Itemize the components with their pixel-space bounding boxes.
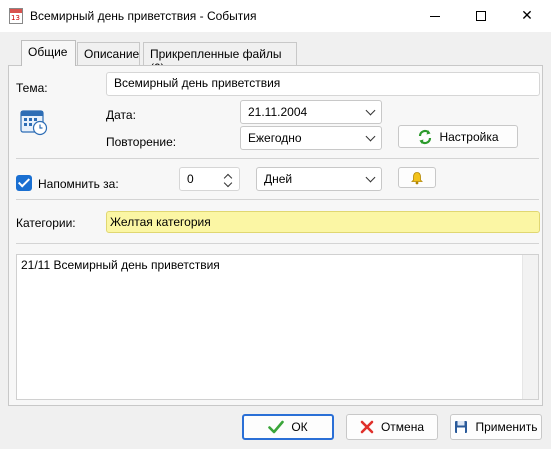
chevron-down-icon — [365, 131, 376, 142]
remind-checkbox[interactable] — [16, 175, 32, 191]
window-title: Всемирный день приветствия - События — [30, 9, 257, 23]
repeat-select[interactable]: Ежегодно — [240, 126, 382, 150]
remind-unit-value: Дней — [264, 172, 293, 186]
memo-text: 21/11 Всемирный день приветствия — [21, 258, 220, 272]
maximize-button[interactable] — [458, 0, 504, 32]
separator — [16, 243, 539, 244]
date-value: 21.11.2004 — [248, 105, 308, 119]
close-icon: ✕ — [521, 8, 533, 24]
chevron-down-icon — [365, 172, 376, 183]
remind-unit-select[interactable]: Дней — [256, 167, 382, 191]
memo-scrollbar[interactable] — [522, 255, 538, 399]
title-bar: 13 Всемирный день приветствия - События … — [0, 0, 551, 32]
checkmark-icon — [268, 420, 285, 434]
settings-button[interactable]: Настройка — [398, 125, 518, 148]
subject-label: Тема: — [16, 81, 48, 95]
minimize-button[interactable] — [412, 0, 458, 32]
bell-icon — [411, 171, 423, 184]
apply-button[interactable]: Применить — [450, 414, 542, 440]
cancel-button-label: Отмена — [380, 420, 425, 434]
categories-label: Категории: — [16, 216, 76, 230]
separator — [16, 158, 539, 159]
minimize-icon — [430, 15, 440, 17]
repeat-label: Повторение: — [106, 135, 177, 149]
tab-attached-files[interactable]: Прикрепленные файлы (0) — [143, 42, 297, 75]
refresh-icon — [419, 129, 432, 144]
ok-button-label: ОК — [291, 420, 308, 434]
settings-button-label: Настройка — [439, 129, 499, 144]
separator — [16, 199, 539, 200]
remind-amount-stepper[interactable]: 0 — [179, 167, 240, 191]
subject-input[interactable]: Всемирный день приветствия — [106, 72, 540, 96]
repeat-value: Ежегодно — [248, 131, 302, 145]
category-field[interactable]: Желтая категория — [106, 211, 540, 233]
cancel-x-icon — [360, 420, 374, 434]
spin-down-icon[interactable] — [223, 178, 233, 188]
remind-label: Напомнить за: — [38, 177, 119, 191]
date-label: Дата: — [106, 108, 136, 122]
date-picker[interactable]: 21.11.2004 — [240, 100, 382, 124]
calendar-icon — [20, 110, 48, 136]
tab-description[interactable]: Описание — [77, 42, 140, 65]
remind-amount-value: 0 — [187, 172, 194, 186]
calendar-app-icon: 13 — [9, 8, 23, 24]
maximize-icon — [476, 11, 486, 21]
description-memo[interactable]: 21/11 Всемирный день приветствия — [16, 254, 539, 400]
close-button[interactable]: ✕ — [504, 0, 550, 32]
ok-button[interactable]: ОК — [242, 414, 334, 440]
chevron-down-icon — [365, 105, 376, 116]
apply-button-label: Применить — [475, 420, 538, 434]
alarm-sound-button[interactable] — [398, 167, 436, 188]
tab-general[interactable]: Общие — [21, 40, 76, 66]
save-disk-icon — [455, 421, 468, 433]
cancel-button[interactable]: Отмена — [346, 414, 438, 440]
